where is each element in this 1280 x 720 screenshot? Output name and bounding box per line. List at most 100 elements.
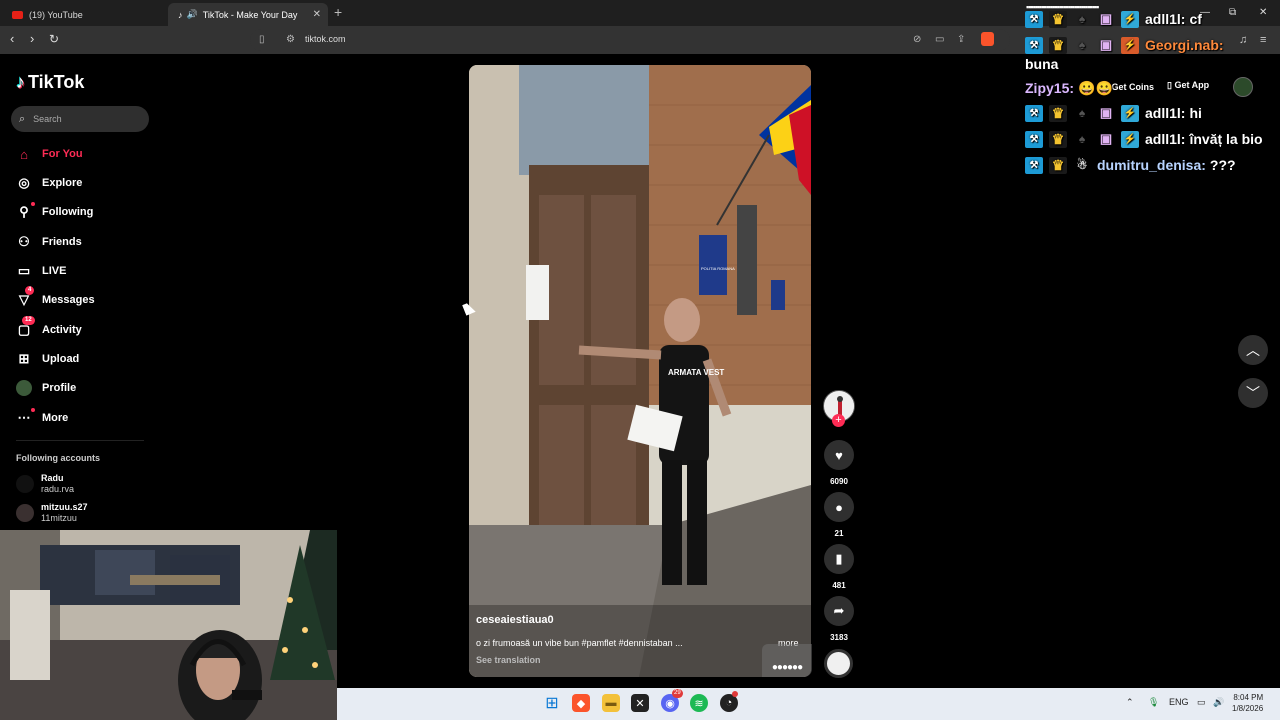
close-tab-icon[interactable]: ✕ [313, 9, 321, 20]
search-box[interactable]: ⌕ [11, 106, 149, 132]
crown-badge-icon: ♛ [1049, 156, 1067, 174]
share-icon[interactable]: ⇪ [957, 34, 965, 45]
get-app-label: Get App [1174, 80, 1210, 90]
plus-square-icon: ⊞ [18, 351, 30, 366]
moderator-badge-icon: ⚒ [1025, 36, 1043, 54]
sidebar-item-live[interactable]: ▭ LIVE [16, 261, 67, 281]
sidebar-divider [16, 440, 144, 441]
crown-badge-icon: ♛ [1049, 130, 1067, 148]
microphone-icon[interactable]: 🎙 [1148, 697, 1159, 708]
gift-badge-icon: ▣ [1099, 105, 1113, 120]
network-icon[interactable]: ▭ [1197, 697, 1206, 708]
share-button[interactable]: ➦ [824, 596, 854, 626]
music-note-icon[interactable]: ♫ [1239, 34, 1247, 46]
music-disc-icon[interactable] [824, 649, 853, 678]
no-tracking-icon[interactable]: ⊘ [913, 34, 921, 45]
chat-message: ⚒ ♛ ♠ ▣ ⚡ Georgi.nab: [1025, 35, 1228, 55]
chat-username: Zipy15: [1025, 80, 1075, 96]
crown-badge-icon: ♛ [1049, 104, 1067, 122]
site-info-icon[interactable]: ⚙ [286, 34, 295, 45]
youtube-icon [12, 10, 23, 19]
volume-icon[interactable]: 🔊 [1213, 697, 1224, 708]
inbox-icon: ▢ 12 [16, 316, 35, 338]
language-indicator[interactable]: ENG [1169, 697, 1189, 707]
sidebar-item-upload[interactable]: ⊞ Upload [16, 349, 80, 369]
maximize-icon[interactable]: ⧉ [1229, 7, 1236, 18]
discord-icon[interactable]: ◉ 29 [661, 689, 683, 712]
speaker-icon[interactable]: 🔊 [187, 9, 198, 20]
account-name: mitzuu.s27 [41, 502, 88, 512]
sidebar-item-more[interactable]: ⋯ More [16, 408, 68, 428]
terminal-icon[interactable]: ✕ [631, 694, 649, 712]
address-bar[interactable] [250, 29, 1010, 51]
sidebar-item-label: Following [42, 206, 94, 218]
sidebar-item-label: For You [42, 148, 83, 160]
tray-chevron-up-icon[interactable]: ⌃ [1126, 697, 1134, 708]
emote-icon: 😀😀 [1078, 79, 1113, 96]
avatar [16, 475, 34, 493]
shirt-text: ARMATA VEST [668, 368, 724, 377]
bookmark-icon[interactable]: ▯ [259, 34, 265, 45]
chat-message: ⚒ ♛ ♠ ▣ ⚡ adll1l: învăț la bio [1025, 129, 1263, 149]
reload-icon[interactable]: ↻ [49, 32, 59, 46]
sidebar-item-following[interactable]: ⚲ Following [16, 202, 93, 222]
chat-message: Zipy15: 😀😀 [1025, 78, 1113, 98]
chevron-up-icon: ︿ [1246, 342, 1260, 358]
sidebar-item-messages[interactable]: ▽ 4 Messages [16, 286, 95, 310]
video-menu-button[interactable]: ●●●●●● [762, 644, 812, 677]
system-clock[interactable]: 8:04 PM 1/8/2026 [1232, 692, 1263, 714]
file-explorer-icon[interactable]: ▬ [602, 694, 620, 712]
sidebar-item-explore[interactable]: ◎ Explore [16, 173, 82, 193]
like-button[interactable]: ♥ [824, 440, 854, 470]
see-translation-link[interactable]: See translation [476, 655, 541, 665]
url-text[interactable]: tiktok.com [305, 34, 346, 44]
recording-dot [732, 691, 738, 697]
sidebar-item-label: Profile [42, 382, 77, 394]
close-window-icon[interactable]: ✕ [1259, 7, 1267, 18]
get-coins-label: Get Coins [1111, 82, 1155, 92]
profile-avatar[interactable] [1233, 77, 1253, 97]
crown-badge-icon: ♛ [1049, 36, 1067, 54]
drop-badge-icon: ♠ [1078, 12, 1086, 26]
logo-text: TikTok [28, 72, 85, 92]
share-arrow-icon: ➦ [833, 603, 845, 618]
comment-count: 21 [834, 529, 844, 538]
share-count: 3183 [830, 633, 848, 642]
dots-icon: ⋯ [16, 408, 35, 426]
crown-badge-icon: ♛ [1049, 10, 1067, 28]
get-app-button[interactable]: ▯ Get App [1167, 80, 1209, 91]
sub-badge-icon: ⚡ [1121, 130, 1139, 148]
back-icon[interactable]: ‹ [10, 32, 14, 46]
video-description: o zi frumoasă un vibe bun #pamflet #denn… [476, 638, 683, 648]
next-video-button[interactable]: ﹀ [1238, 378, 1268, 408]
cast-icon[interactable]: ▭ [935, 34, 944, 45]
sidebar-item-label: Explore [42, 177, 83, 189]
tab-label: (19) YouTube [29, 9, 83, 20]
obs-icon[interactable]: ◔ [720, 691, 738, 712]
save-button[interactable]: ▮ [824, 544, 854, 574]
windows-start-icon[interactable]: ⊞ [543, 694, 561, 712]
moderator-badge-icon: ⚒ [1025, 10, 1043, 28]
tab-youtube[interactable]: (19) YouTube [2, 3, 166, 26]
menu-icon[interactable]: ≡ [1260, 34, 1266, 46]
previous-video-button[interactable]: ︿ [1238, 335, 1268, 365]
following-account[interactable]: mitzuu.s27 11mitzuu [16, 502, 88, 524]
tab-tiktok[interactable]: ♪ 🔊 TikTok - Make Your Day ✕ [168, 3, 328, 26]
new-tab-button[interactable]: + [334, 4, 342, 20]
forward-icon[interactable]: › [30, 32, 34, 46]
comment-button[interactable]: ● [824, 492, 854, 522]
tiktok-logo[interactable]: ♪ TikTok [16, 72, 84, 93]
video-author[interactable]: ceseaiestiaua0 [476, 614, 554, 626]
live-icon: ▭ [17, 263, 31, 278]
sidebar-item-activity[interactable]: ▢ 12 Activity [16, 316, 82, 340]
brave-browser-icon[interactable]: ◆ [572, 694, 590, 712]
brave-shield-icon[interactable] [981, 32, 994, 46]
video-player[interactable]: ARMATA VEST POLITIA ROMANA [469, 65, 811, 677]
sidebar-item-profile[interactable]: Profile [16, 378, 76, 398]
sidebar-item-for-you[interactable]: ⌂ For You [16, 144, 83, 164]
sidebar-item-friends[interactable]: ⚇ Friends [16, 232, 82, 252]
search-input[interactable] [33, 114, 134, 124]
following-account[interactable]: Radu radu.rva [16, 473, 74, 495]
spotify-icon[interactable]: ≋ [690, 694, 708, 712]
follow-plus-button[interactable]: + [832, 414, 845, 427]
